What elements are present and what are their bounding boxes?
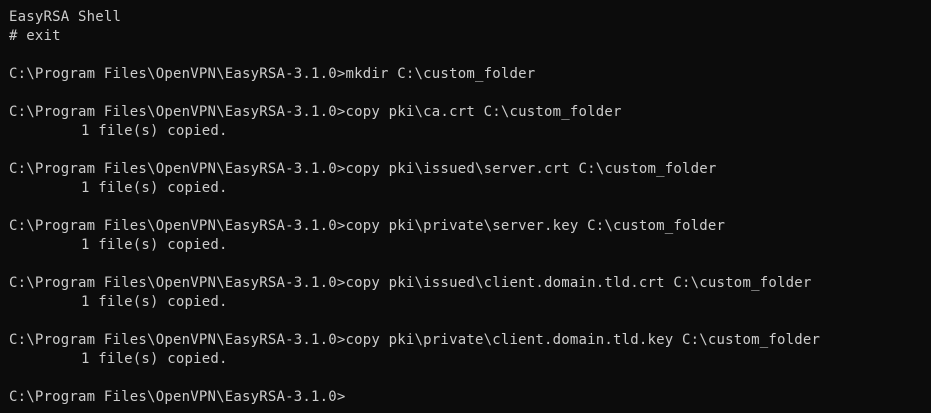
command-output: 1 file(s) copied. [81, 123, 228, 139]
command-line: C:\Program Files\OpenVPN\EasyRSA-3.1.0>c… [9, 161, 717, 177]
command-line: C:\Program Files\OpenVPN\EasyRSA-3.1.0>m… [9, 66, 536, 82]
command-output: 1 file(s) copied. [81, 294, 228, 310]
command-output: 1 file(s) copied. [81, 180, 228, 196]
terminal-window[interactable]: EasyRSA Shell # exit C:\Program Files\Op… [0, 0, 931, 413]
terminal-output-line: # exit [9, 28, 61, 44]
command-line: C:\Program Files\OpenVPN\EasyRSA-3.1.0>c… [9, 104, 622, 120]
terminal-title-line: EasyRSA Shell [9, 9, 122, 25]
command-line: C:\Program Files\OpenVPN\EasyRSA-3.1.0>c… [9, 218, 726, 234]
prompt-text: C:\Program Files\OpenVPN\EasyRSA-3.1.0> [9, 389, 346, 405]
command-output: 1 file(s) copied. [81, 351, 228, 367]
active-prompt-line[interactable]: C:\Program Files\OpenVPN\EasyRSA-3.1.0> [9, 388, 931, 407]
command-line: C:\Program Files\OpenVPN\EasyRSA-3.1.0>c… [9, 275, 812, 291]
command-line: C:\Program Files\OpenVPN\EasyRSA-3.1.0>c… [9, 332, 821, 348]
command-output: 1 file(s) copied. [81, 237, 228, 253]
